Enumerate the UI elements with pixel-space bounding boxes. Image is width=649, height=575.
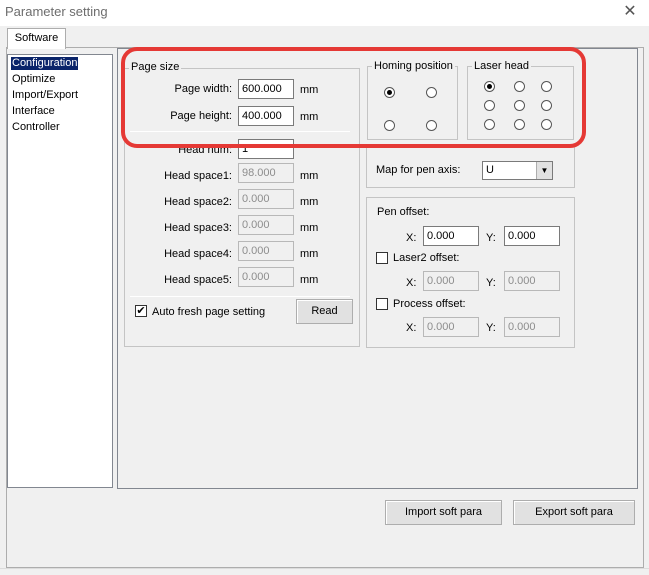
head-space5-unit: mm bbox=[300, 274, 319, 286]
head-space1-unit: mm bbox=[300, 170, 319, 182]
tab-software[interactable]: Software bbox=[7, 28, 66, 49]
head-space2-unit: mm bbox=[300, 196, 319, 208]
tree-item-configuration[interactable]: Configuration bbox=[11, 57, 79, 70]
chevron-down-icon[interactable]: ▼ bbox=[536, 162, 552, 179]
tree-item-import-export[interactable]: Import/Export bbox=[11, 89, 79, 102]
tree-item-controller[interactable]: Controller bbox=[11, 121, 61, 134]
head-space4-label: Head space4: bbox=[164, 248, 232, 260]
laser2-offset-x-field[interactable]: 0.000 bbox=[423, 271, 479, 291]
window-title: Parameter setting bbox=[5, 4, 108, 19]
head-space5-label: Head space5: bbox=[164, 274, 232, 286]
pen-offset-x-label: X: bbox=[406, 232, 417, 244]
process-offset-y-label: Y: bbox=[486, 322, 496, 334]
head-space1-label: Head space1: bbox=[164, 170, 232, 182]
pen-offset-y-label: Y: bbox=[486, 232, 496, 244]
tree-item-optimize[interactable]: Optimize bbox=[11, 73, 56, 86]
pen-offset-y-field[interactable]: 0.000 bbox=[504, 226, 560, 246]
head-space3-label: Head space3: bbox=[164, 222, 232, 234]
process-offset-checkbox[interactable] bbox=[376, 298, 388, 310]
pen-axis-value: U bbox=[486, 164, 494, 176]
pen-axis-select[interactable]: U ▼ bbox=[482, 161, 553, 180]
head-space4-field[interactable]: 0.000 bbox=[238, 241, 294, 261]
heads-separator bbox=[130, 296, 350, 297]
process-offset-x-field[interactable]: 0.000 bbox=[423, 317, 479, 337]
laser2-offset-y-field[interactable]: 0.000 bbox=[504, 271, 560, 291]
laser2-offset-label: Laser2 offset: bbox=[393, 252, 460, 264]
auto-fresh-checkbox[interactable]: ✔ bbox=[135, 305, 147, 317]
laser2-offset-x-label: X: bbox=[406, 277, 417, 289]
auto-fresh-label: Auto fresh page setting bbox=[152, 306, 266, 318]
close-icon[interactable]: ✕ bbox=[619, 2, 641, 22]
head-space5-field[interactable]: 0.000 bbox=[238, 267, 294, 287]
tree-item-interface[interactable]: Interface bbox=[11, 105, 56, 118]
process-offset-label: Process offset: bbox=[393, 298, 466, 310]
import-soft-para-button[interactable]: Import soft para bbox=[385, 500, 502, 525]
laser2-offset-y-label: Y: bbox=[486, 277, 496, 289]
category-tree[interactable]: Configuration Optimize Import/Export Int… bbox=[7, 54, 113, 488]
process-offset-y-field[interactable]: 0.000 bbox=[504, 317, 560, 337]
pen-offset-label: Pen offset: bbox=[377, 206, 430, 218]
head-space3-unit: mm bbox=[300, 222, 319, 234]
process-offset-x-label: X: bbox=[406, 322, 417, 334]
export-soft-para-button[interactable]: Export soft para bbox=[513, 500, 635, 525]
pen-offset-x-field[interactable]: 0.000 bbox=[423, 226, 479, 246]
head-space2-field[interactable]: 0.000 bbox=[238, 189, 294, 209]
pen-axis-label: Map for pen axis: bbox=[376, 164, 461, 176]
read-button[interactable]: Read bbox=[296, 299, 353, 324]
window-bottom-edge bbox=[0, 568, 649, 575]
laser2-offset-checkbox[interactable] bbox=[376, 252, 388, 264]
highlight-annotation bbox=[121, 47, 586, 148]
head-space1-field[interactable]: 98.000 bbox=[238, 163, 294, 183]
head-space2-label: Head space2: bbox=[164, 196, 232, 208]
head-space3-field[interactable]: 0.000 bbox=[238, 215, 294, 235]
head-space4-unit: mm bbox=[300, 248, 319, 260]
